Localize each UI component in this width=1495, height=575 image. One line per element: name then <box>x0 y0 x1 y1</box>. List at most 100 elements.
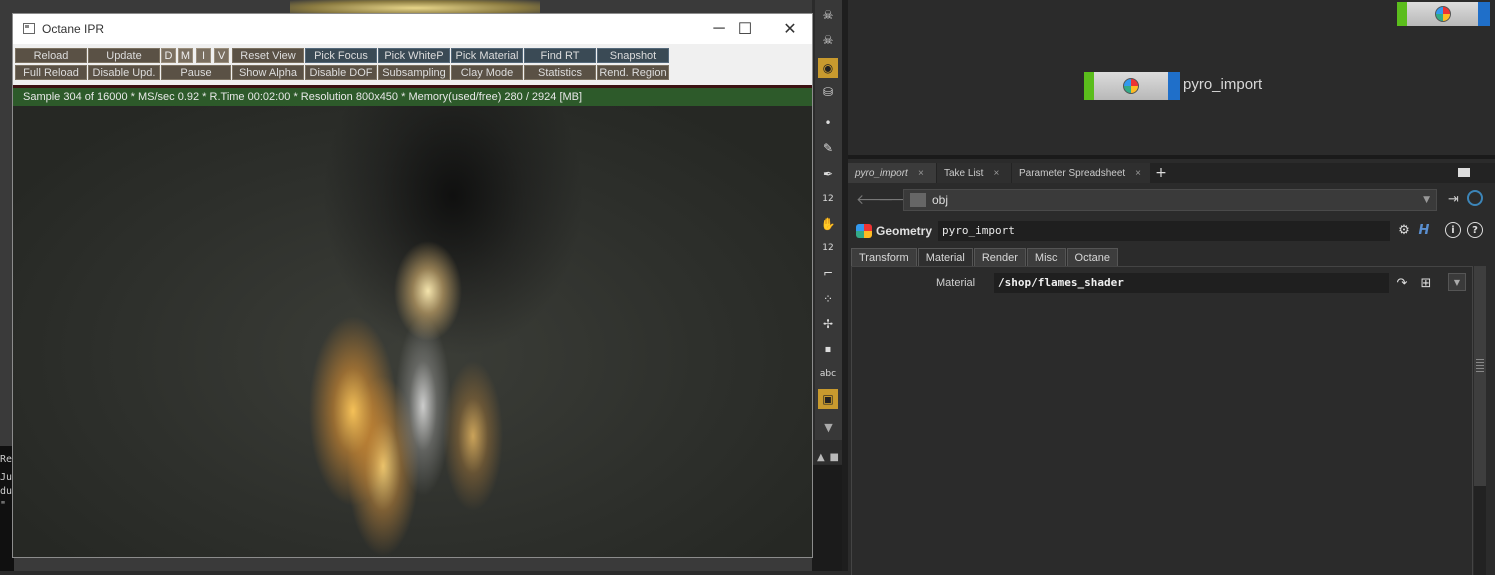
network-view[interactable]: pyro_import <box>848 0 1495 155</box>
app-window-icon <box>23 23 35 34</box>
text-icon[interactable]: abc <box>818 364 838 384</box>
pane-options-icon[interactable] <box>1458 168 1470 177</box>
brush-icon[interactable]: ✎ <box>818 138 838 158</box>
flag-i-button[interactable]: I <box>196 48 211 63</box>
network-folder-icon <box>910 193 926 207</box>
reload-button[interactable]: Reload <box>15 48 87 63</box>
render-region-button[interactable]: Rend. Region <box>597 65 669 80</box>
square-icon[interactable]: ■ <box>830 452 839 463</box>
scrollbar-grip-icon <box>1476 359 1484 373</box>
tab-label: Take List <box>944 167 984 179</box>
scrollbar-thumb[interactable] <box>1474 266 1486 486</box>
snapshot-button[interactable]: Snapshot <box>597 48 669 63</box>
close-tab-icon[interactable]: × <box>1135 168 1141 179</box>
render-globe-icon[interactable]: ◉ <box>818 58 838 78</box>
flag-v-button[interactable]: V <box>214 48 229 63</box>
ipr-toolbar: Reload Update D M I V Reset View Pick Fo… <box>13 44 812 85</box>
geometry-type-icon <box>856 224 872 238</box>
pick-focus-button[interactable]: Pick Focus <box>305 48 377 63</box>
numbered-point-icon[interactable]: 12 <box>818 189 838 209</box>
show-alpha-button[interactable]: Show Alpha <box>232 65 304 80</box>
close-button[interactable]: ✕ <box>767 14 813 44</box>
close-tab-icon[interactable]: × <box>993 168 999 179</box>
pen-icon[interactable]: ✒ <box>818 164 838 184</box>
window-title: Octane IPR <box>42 22 105 36</box>
node-display-flag[interactable] <box>1397 2 1407 26</box>
full-reload-button[interactable]: Full Reload <box>15 65 87 80</box>
render-status-bar: Sample 304 of 16000 * MS/sec 0.92 * R.Ti… <box>13 88 812 106</box>
window-titlebar[interactable]: Octane IPR ─ ☐ ✕ <box>13 14 812 44</box>
geometry-node-icon <box>1123 78 1139 94</box>
tab-parameter-spreadsheet[interactable]: Parameter Spreadsheet × <box>1012 163 1150 183</box>
shelf-scroll-down-icon[interactable]: ▼ <box>815 418 842 436</box>
tab-pyro-import[interactable]: pyro_import × <box>848 163 936 183</box>
pick-whitepoint-button[interactable]: Pick WhiteP <box>378 48 450 63</box>
node-render-flag[interactable] <box>1168 72 1180 100</box>
material-parm-label: Material <box>936 277 976 289</box>
node-type-label: Geometry <box>876 224 933 238</box>
tab-label: Parameter Spreadsheet <box>1019 167 1126 179</box>
tab-material[interactable]: Material <box>917 248 973 266</box>
folder-content <box>851 266 1473 575</box>
tab-render[interactable]: Render <box>973 248 1026 266</box>
tab-take-list[interactable]: Take List × <box>937 163 1011 183</box>
node-label: pyro_import <box>1183 76 1263 93</box>
update-button[interactable]: Update <box>88 48 160 63</box>
subsampling-button[interactable]: Subsampling <box>378 65 450 80</box>
clay-mode-button[interactable]: Clay Mode <box>451 65 523 80</box>
stop-icon[interactable]: ⏹ <box>818 339 838 359</box>
expand-arrow-icon[interactable]: ▲ <box>817 452 825 463</box>
pick-material-button[interactable]: Pick Material <box>451 48 523 63</box>
tab-misc[interactable]: Misc <box>1026 248 1066 266</box>
find-rt-button[interactable]: Find RT <box>524 48 596 63</box>
octane-ipr-window: Octane IPR ─ ☐ ✕ Reload Update D M I V R… <box>12 13 813 558</box>
tab-transform[interactable]: Transform <box>851 248 917 266</box>
numbered-point-icon[interactable]: 12 <box>818 238 838 258</box>
path-dropdown-icon[interactable]: ▼ <box>1423 195 1430 205</box>
node-name-field[interactable]: pyro_import <box>938 221 1390 241</box>
network-path-field[interactable]: obj ▼ <box>903 189 1437 211</box>
material-path-field[interactable]: /shop/flames_shader <box>994 273 1389 293</box>
help-icon[interactable]: ? <box>1467 222 1483 238</box>
parameter-pane: pyro_import × Take List × Parameter Spre… <box>848 155 1495 575</box>
tab-label: pyro_import <box>855 167 908 179</box>
flag-m-button[interactable]: M <box>178 48 193 63</box>
skull-icon[interactable]: ☠ <box>818 5 838 25</box>
disable-update-button[interactable]: Disable Upd. <box>88 65 160 80</box>
gear-icon[interactable]: ⚙ <box>1396 222 1412 238</box>
curve-icon[interactable]: ⌐ <box>818 263 838 283</box>
dot-icon[interactable]: • <box>818 113 838 133</box>
node-render-flag[interactable] <box>1478 2 1490 26</box>
link-icon[interactable] <box>1467 190 1483 206</box>
node-display-flag[interactable] <box>1084 72 1094 100</box>
reset-view-button[interactable]: Reset View <box>232 48 304 63</box>
tab-octane[interactable]: Octane <box>1066 248 1118 266</box>
operator-chooser-icon[interactable]: ⊞ <box>1418 275 1434 291</box>
paint-bucket-icon[interactable]: ⛁ <box>818 82 838 102</box>
maximize-button[interactable]: ☐ <box>722 14 768 44</box>
info-icon[interactable]: i <box>1445 222 1461 238</box>
network-node-pyro-import[interactable] <box>1084 72 1180 100</box>
pin-icon[interactable]: ⇥ <box>1448 192 1459 207</box>
render-viewport[interactable] <box>13 106 812 557</box>
flag-d-button[interactable]: D <box>161 48 176 63</box>
parameter-folder-tabs: Transform Material Render Misc Octane <box>851 248 1119 266</box>
close-tab-icon[interactable]: × <box>918 168 924 179</box>
pause-button[interactable]: Pause <box>161 65 231 80</box>
background-strip <box>812 465 842 571</box>
scatter-icon[interactable]: ⁘ <box>818 289 838 309</box>
geometry-node-icon <box>1434 6 1451 22</box>
hand-icon[interactable]: ✋ <box>818 214 838 234</box>
node-header: Geometry pyro_import ⚙ H i ? <box>848 217 1495 245</box>
image-icon[interactable]: ▣ <box>818 389 838 409</box>
network-node-partial[interactable] <box>1397 2 1490 26</box>
skull-icon[interactable]: ☠ <box>818 30 838 50</box>
help-h-icon[interactable]: H <box>1416 222 1432 238</box>
transform-icon[interactable]: ✢ <box>818 314 838 334</box>
jump-to-node-icon[interactable]: ↷ <box>1394 275 1410 291</box>
disable-dof-button[interactable]: Disable DOF <box>305 65 377 80</box>
parm-menu-button[interactable]: ▼ <box>1448 273 1466 291</box>
collapsed-pane-controls: ▲ ■ <box>813 450 843 464</box>
statistics-button[interactable]: Statistics <box>524 65 596 80</box>
add-tab-button[interactable]: + <box>1153 163 1169 183</box>
